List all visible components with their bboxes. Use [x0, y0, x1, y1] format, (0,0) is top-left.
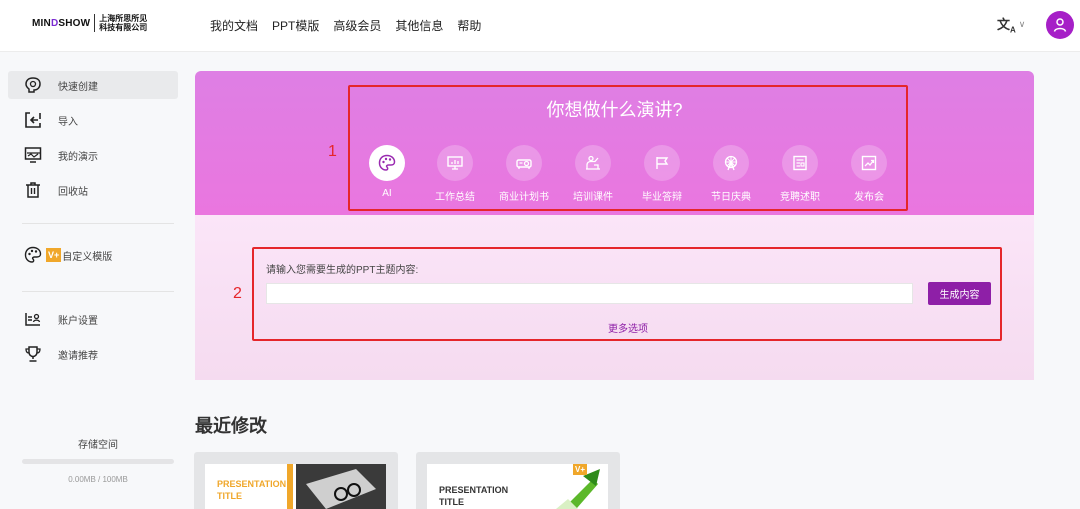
- nav-help[interactable]: 帮助: [457, 17, 481, 34]
- thumbnail-title: PRESENTATION TITLE: [217, 479, 287, 501]
- storage-title: 存储空间: [78, 440, 118, 451]
- palette-icon: [22, 244, 44, 266]
- sidebar-item-label: 自定义模版: [62, 251, 113, 263]
- annotation-number-1: 1: [328, 143, 337, 160]
- annotation-box-1: [348, 85, 908, 211]
- user-avatar[interactable]: [1046, 11, 1074, 39]
- trophy-icon: [22, 343, 44, 365]
- presentation-icon: [22, 144, 44, 166]
- sidebar-item-my-presentations[interactable]: 我的演示: [8, 141, 178, 169]
- sidebar-item-invite[interactable]: 邀请推荐: [8, 340, 178, 368]
- sidebar-item-label: 我的演示: [58, 151, 98, 163]
- vip-badge: V+: [573, 464, 588, 475]
- user-icon: [1053, 18, 1067, 32]
- storage-progress-bar: [22, 459, 174, 464]
- chevron-down-icon: ∨: [1018, 18, 1026, 29]
- sidebar-item-quick-create[interactable]: 快速创建: [8, 71, 178, 99]
- presentation-thumbnail: V+ PRESENTATION TITLE: [427, 464, 608, 509]
- annotation-number-2: 2: [233, 285, 242, 302]
- logo-company-name: 上海所思所见 科技有限公司: [99, 14, 148, 32]
- sidebar-item-label: 回收站: [58, 186, 88, 198]
- brain-icon: [22, 74, 44, 96]
- sidebar-item-recycle-bin[interactable]: 回收站: [8, 176, 178, 204]
- translate-icon: 文A: [997, 17, 1016, 35]
- language-switcher[interactable]: 文A ∨: [997, 14, 1025, 35]
- nav-other-info[interactable]: 其他信息: [395, 17, 443, 34]
- sidebar-item-account-settings[interactable]: 账户设置: [8, 305, 178, 333]
- main-nav: 我的文档 PPT模版 高级会员 其他信息 帮助: [210, 17, 495, 34]
- recent-card[interactable]: PRESENTATION TITLE: [194, 452, 398, 509]
- vip-badge: V+: [46, 248, 62, 262]
- thumbnail-accent-stripe: [287, 464, 293, 509]
- sidebar-item-import[interactable]: 导入: [8, 106, 178, 134]
- nav-my-documents[interactable]: 我的文档: [210, 17, 258, 34]
- sidebar-item-label: 导入: [58, 116, 78, 128]
- nav-ppt-templates[interactable]: PPT模版: [272, 17, 319, 34]
- sidebar-item-label: 快速创建: [58, 81, 98, 93]
- logo[interactable]: MINDSHOW 上海所思所见 科技有限公司: [32, 14, 147, 32]
- sidebar-item-custom-template[interactable]: V+ 自定义模版: [8, 241, 178, 269]
- trash-icon: [22, 179, 44, 201]
- id-card-icon: [22, 308, 44, 330]
- sidebar-item-label: 账户设置: [58, 315, 98, 327]
- thumbnail-title: PRESENTATION TITLE: [439, 485, 509, 507]
- presentation-thumbnail: PRESENTATION TITLE: [205, 464, 386, 509]
- thumbnail-photo: [296, 464, 386, 509]
- recent-section-title: 最近修改: [195, 416, 267, 436]
- sidebar-item-label: 邀请推荐: [58, 350, 98, 362]
- sidebar: 快速创建 导入 我的演示 回收站 V+ 自定义模版 账户设置 邀请推荐 存储空间…: [0, 53, 186, 509]
- logo-divider: [94, 14, 96, 32]
- sidebar-divider: [22, 291, 174, 292]
- storage-usage: 0.00MB / 100MB: [68, 475, 128, 484]
- logo-wordmark: MINDSHOW: [32, 17, 91, 29]
- nav-premium-member[interactable]: 高级会员: [333, 17, 381, 34]
- recent-card[interactable]: V+ PRESENTATION TITLE: [416, 452, 620, 509]
- annotation-box-2: [252, 247, 1002, 341]
- import-icon: [22, 109, 44, 131]
- sidebar-divider: [22, 223, 174, 224]
- top-navbar: MINDSHOW 上海所思所见 科技有限公司 我的文档 PPT模版 高级会员 其他…: [0, 0, 1080, 52]
